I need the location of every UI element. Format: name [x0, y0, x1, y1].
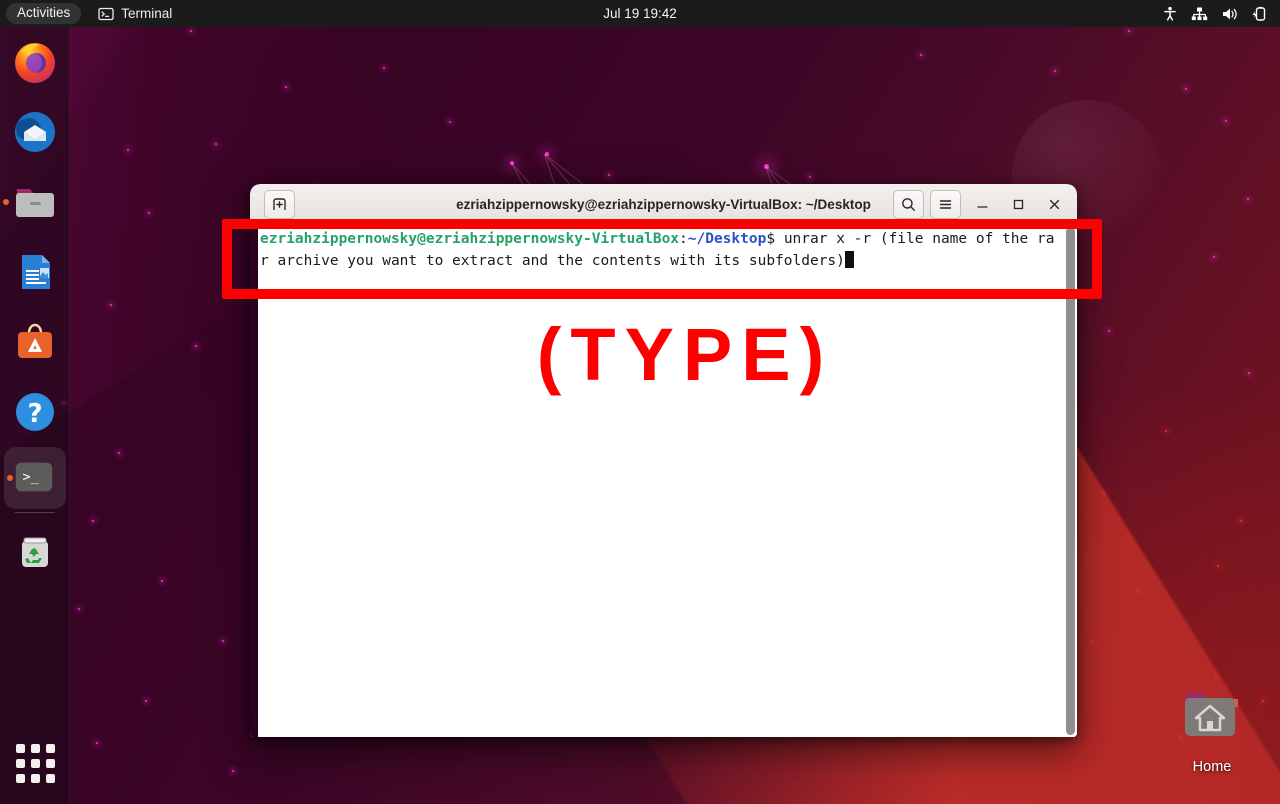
new-tab-button[interactable]: [264, 189, 295, 219]
terminal-titlebar: ezriahzippernowsky@ezriahzippernowsky-Vi…: [250, 184, 1077, 225]
thunderbird-icon: [11, 108, 59, 156]
dock-item-writer[interactable]: [0, 237, 70, 307]
app-indicator-label: Terminal: [121, 6, 173, 21]
show-applications-button[interactable]: [0, 732, 70, 794]
network-icon[interactable]: [1191, 6, 1208, 22]
terminal-icon: [98, 7, 114, 20]
terminal-scrollbar[interactable]: [1063, 225, 1077, 737]
maximize-icon: [1013, 199, 1023, 209]
battery-icon[interactable]: [1251, 6, 1267, 22]
clock[interactable]: Jul 19 19:42: [0, 6, 1280, 21]
document-icon: [11, 248, 59, 296]
hamburger-menu-icon: [939, 199, 952, 209]
top-bar: Activities Terminal Jul 19 19:42: [0, 0, 1280, 27]
dock: ? >_: [0, 27, 70, 804]
minimize-button[interactable]: [967, 189, 997, 219]
close-button[interactable]: [1039, 189, 1069, 219]
terminal-output[interactable]: ezriahzippernowsky@ezriahzippernowsky-Vi…: [258, 225, 1063, 737]
minimize-icon: [976, 205, 988, 208]
dock-item-help[interactable]: ?: [0, 377, 70, 447]
terminal-window: ezriahzippernowsky@ezriahzippernowsky-Vi…: [250, 184, 1077, 737]
app-store-bag-icon: [11, 318, 59, 366]
dock-item-software[interactable]: [0, 307, 70, 377]
dock-item-firefox[interactable]: [0, 27, 70, 97]
desktop-icon-home[interactable]: Home: [1172, 686, 1252, 775]
system-tray[interactable]: [1162, 6, 1280, 22]
new-tab-icon: [273, 197, 286, 210]
dock-item-thunderbird[interactable]: [0, 97, 70, 167]
recycle-bin-icon: [11, 528, 59, 576]
menu-button[interactable]: [930, 189, 961, 219]
prompt-dollar: $: [766, 231, 784, 247]
desktop-icon-home-label: Home: [1192, 759, 1232, 775]
prompt-path: ~/Desktop: [687, 231, 767, 247]
show-applications-grid-icon: [15, 743, 55, 783]
terminal-scrollbar-thumb[interactable]: [1065, 227, 1075, 735]
terminal-icon: >_: [11, 454, 59, 502]
accessibility-icon[interactable]: [1162, 6, 1178, 22]
search-icon: [902, 197, 915, 211]
dock-item-trash[interactable]: [0, 517, 70, 587]
terminal-body[interactable]: ezriahzippernowsky@ezriahzippernowsky-Vi…: [250, 225, 1077, 737]
question-mark-icon: ?: [11, 388, 59, 436]
terminal-left-edge: [250, 225, 258, 737]
prompt-user-host: ezriahzippernowsky@ezriahzippernowsky-Vi…: [260, 231, 680, 247]
close-icon: [1049, 199, 1059, 209]
volume-icon[interactable]: [1221, 6, 1238, 22]
prompt-colon: :: [679, 231, 688, 247]
svg-text:>_: >_: [23, 470, 40, 485]
app-indicator-terminal[interactable]: Terminal: [98, 6, 172, 22]
dock-separator: [14, 512, 55, 513]
dock-item-files[interactable]: [0, 167, 70, 237]
type-annotation-label: (TYPE): [536, 313, 834, 396]
dock-item-terminal[interactable]: >_: [4, 447, 66, 509]
maximize-button[interactable]: [1003, 189, 1033, 219]
svg-text:?: ?: [27, 399, 42, 429]
activities-button[interactable]: Activities: [6, 3, 82, 24]
search-button[interactable]: [893, 189, 924, 219]
files-folder-icon: [11, 178, 59, 226]
firefox-icon: [11, 38, 59, 86]
home-folder-icon: [1185, 693, 1238, 736]
terminal-cursor: [844, 251, 854, 268]
